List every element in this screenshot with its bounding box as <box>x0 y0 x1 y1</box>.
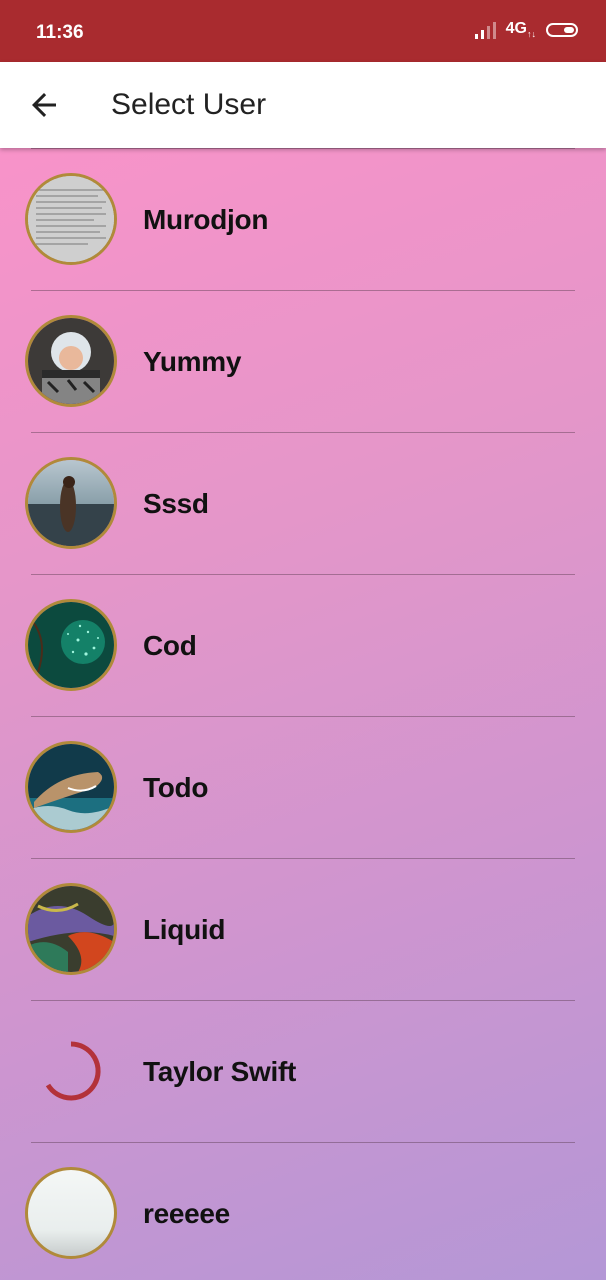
list-item[interactable]: Cod <box>0 574 606 716</box>
user-name: Murodjon <box>143 204 269 235</box>
divider <box>31 290 575 291</box>
status-icons: 4G↑↓ <box>474 20 578 40</box>
avatar <box>25 883 117 975</box>
avatar <box>25 173 117 265</box>
user-name: Sssd <box>143 488 209 519</box>
divider <box>31 574 575 575</box>
avatar <box>25 741 117 833</box>
loading-spinner-icon <box>45 1041 101 1101</box>
back-arrow-icon[interactable] <box>26 87 62 123</box>
battery-icon <box>546 22 578 37</box>
list-item[interactable]: Sssd <box>0 432 606 574</box>
list-item[interactable]: Yummy <box>0 290 606 432</box>
user-name: Liquid <box>143 914 226 945</box>
user-list: Murodjon Yummy Sssd Cod Todo Liquid Tayl… <box>0 148 606 1280</box>
avatar <box>25 457 117 549</box>
list-item[interactable]: Todo <box>0 716 606 858</box>
avatar <box>25 599 117 691</box>
user-name: Todo <box>143 772 209 803</box>
user-name: reeeee <box>143 1198 230 1229</box>
divider <box>31 1000 575 1001</box>
avatar <box>25 1167 117 1259</box>
divider <box>31 148 575 149</box>
list-item[interactable]: Liquid <box>0 858 606 1000</box>
divider <box>31 858 575 859</box>
app-bar: Select User <box>0 62 606 148</box>
divider <box>31 1142 575 1143</box>
avatar <box>25 315 117 407</box>
list-item[interactable]: Taylor Swift <box>0 1000 606 1142</box>
user-name: Taylor Swift <box>143 1056 297 1087</box>
status-bar: 11:36 4G↑↓ <box>0 0 606 62</box>
divider <box>31 716 575 717</box>
user-name: Yummy <box>143 346 242 377</box>
signal-icon <box>474 21 496 39</box>
divider <box>31 432 575 433</box>
list-item[interactable]: Murodjon <box>0 148 606 290</box>
user-name: Cod <box>143 630 197 661</box>
list-item[interactable]: reeeee <box>0 1142 606 1284</box>
network-type: 4G↑↓ <box>505 20 536 40</box>
status-time: 11:36 <box>36 22 84 43</box>
page-title: Select User <box>111 88 267 121</box>
